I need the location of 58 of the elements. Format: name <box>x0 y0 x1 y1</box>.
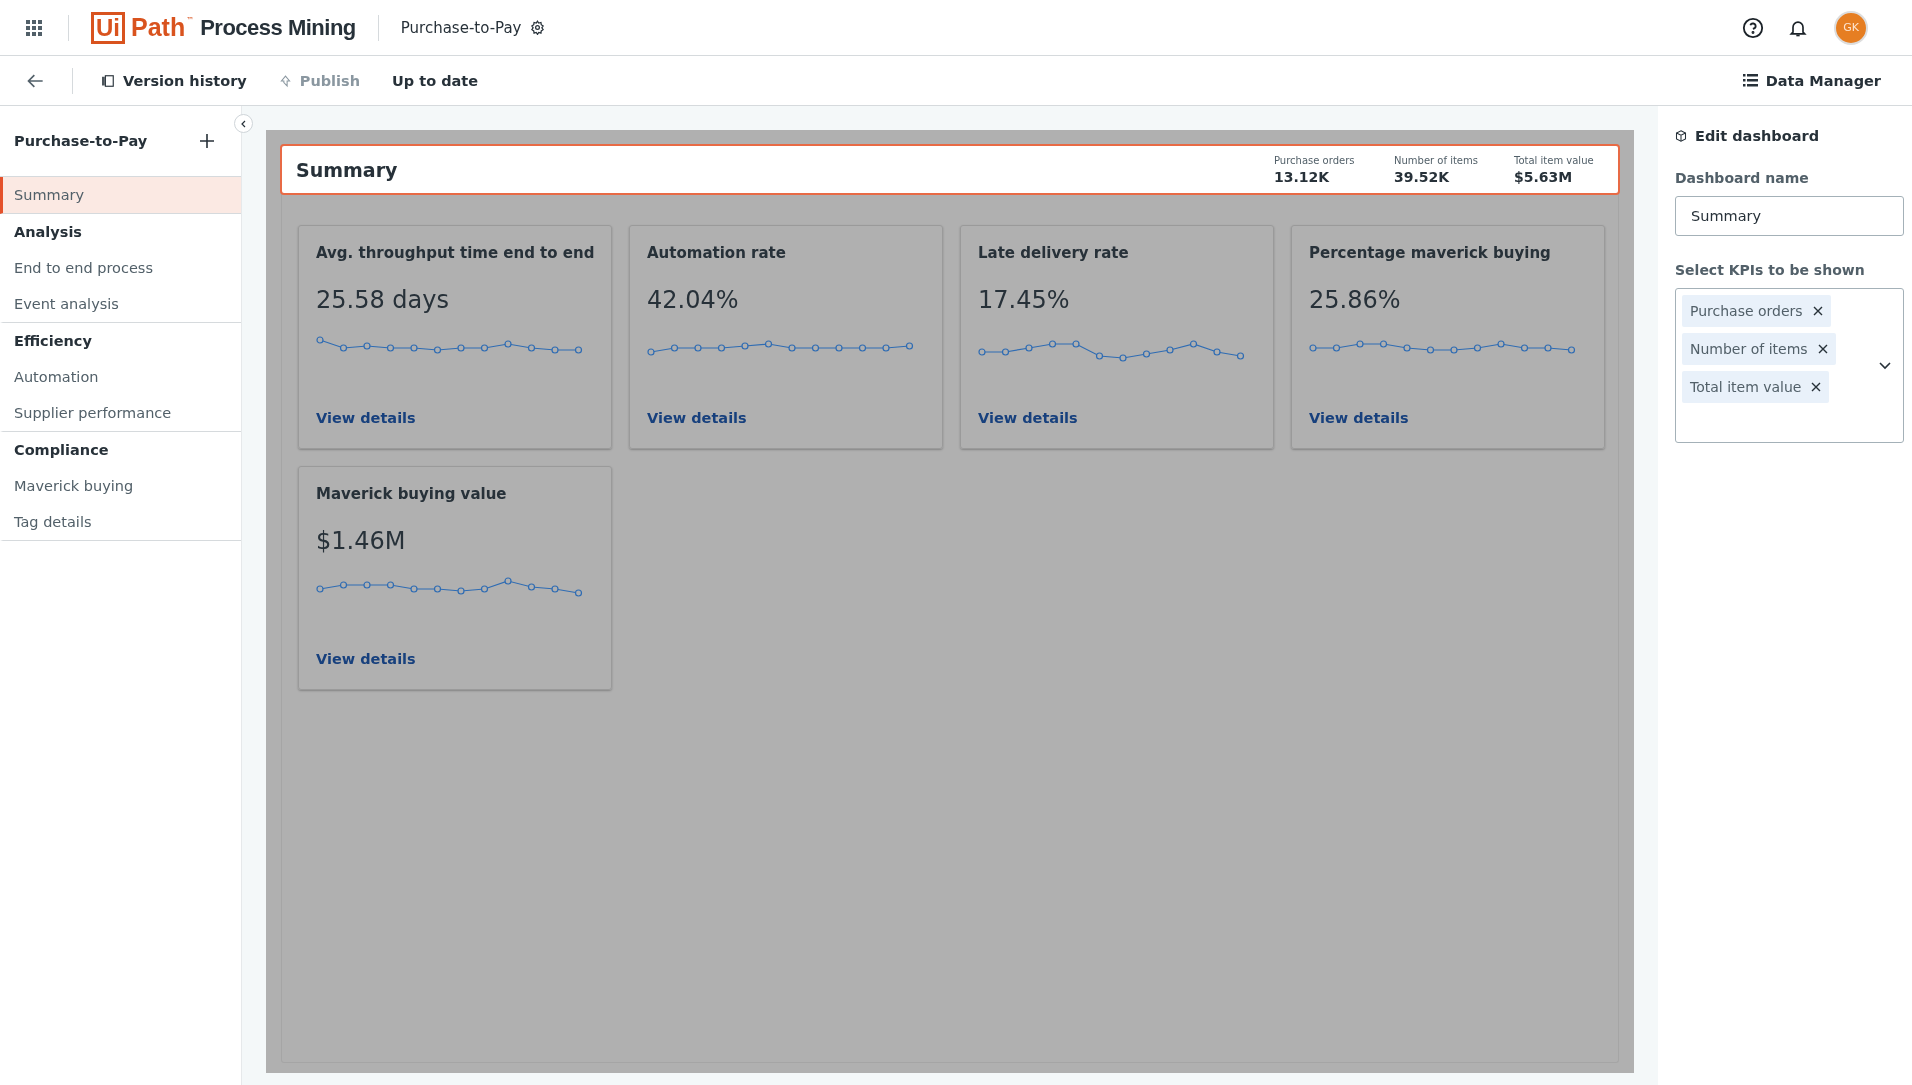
card-value: 42.04% <box>647 286 740 314</box>
chip-label: Number of items <box>1690 341 1808 357</box>
card-value: 25.58 days <box>316 286 450 314</box>
sidebar-item[interactable]: Tag details <box>0 504 241 541</box>
view-details-link[interactable]: View details <box>1309 410 1409 426</box>
remove-icon[interactable] <box>1812 306 1823 316</box>
remove-icon[interactable] <box>1811 382 1822 392</box>
card-title: Avg. throughput time end to end <box>316 244 594 262</box>
chevron-left-icon <box>239 119 248 128</box>
status-button[interactable]: Up to date <box>386 68 485 93</box>
list-icon <box>1742 74 1758 87</box>
logo-text: Path <box>131 13 186 42</box>
logo-text: Ui <box>91 11 125 44</box>
card-title: Automation rate <box>647 244 787 262</box>
chevron-down-icon[interactable] <box>1879 361 1891 370</box>
kpi-label: Number of items <box>1394 154 1479 166</box>
sidebar-item[interactable]: Automation <box>0 359 241 395</box>
sidebar-item[interactable]: Maverick buying <box>0 468 241 504</box>
view-details-link[interactable]: View details <box>316 651 416 667</box>
summary-title: Summary <box>296 158 398 181</box>
card-title: Late delivery rate <box>978 244 1130 262</box>
card-value: 17.45% <box>978 286 1071 314</box>
trademark-text: ™ <box>186 15 195 25</box>
field-label: Select KPIs to be shown <box>1675 262 1866 278</box>
dashboard-name-field[interactable]: Summary <box>1675 196 1904 236</box>
product-name: Process Mining <box>200 14 356 41</box>
card-value: 25.86% <box>1309 286 1402 314</box>
kpi-value: 13.12K <box>1274 168 1331 185</box>
card-value: $1.46M <box>316 527 407 555</box>
card-title: Percentage maverick buying <box>1309 244 1552 262</box>
sidebar-group-heading: Analysis <box>13 223 83 242</box>
data-manager-button[interactable]: Data Manager <box>1736 68 1887 93</box>
sidebar-group-heading: Compliance <box>13 441 110 460</box>
kpi-value: $5.63M <box>1514 168 1574 185</box>
sidebar-item[interactable]: End to end process <box>0 250 241 286</box>
panel-icon <box>101 73 115 88</box>
chip-label: Total item value <box>1690 379 1802 395</box>
sidebar-item[interactable]: Event analysis <box>0 286 241 323</box>
panel-title: Edit dashboard <box>1695 128 1819 144</box>
card-title: Maverick buying value <box>316 485 508 503</box>
view-details-link[interactable]: View details <box>647 410 747 426</box>
sidebar-title: Purchase-to-Pay <box>14 133 148 149</box>
cube-icon <box>1675 130 1687 142</box>
view-details-link[interactable]: View details <box>978 410 1078 426</box>
field-label: Dashboard name <box>1675 170 1810 186</box>
view-details-link[interactable]: View details <box>316 410 416 426</box>
publish-icon <box>278 73 292 88</box>
sidebar-group-heading: Efficiency <box>13 332 93 351</box>
remove-icon[interactable] <box>1817 344 1828 354</box>
kpi-multiselect[interactable]: Purchase orders Number of items Total item value <box>1675 288 1904 443</box>
process-name: Purchase-to-Pay <box>400 18 522 37</box>
sidebar-item[interactable]: Summary <box>0 177 241 214</box>
kpi-value: 39.52K <box>1394 168 1451 185</box>
version-history-button[interactable]: Version history <box>95 68 253 93</box>
kpi-label: Total item value <box>1514 154 1595 166</box>
chip-label: Purchase orders <box>1690 303 1803 319</box>
sidebar-item[interactable]: Supplier performance <box>0 395 241 432</box>
kpi-label: Purchase orders <box>1274 154 1356 166</box>
